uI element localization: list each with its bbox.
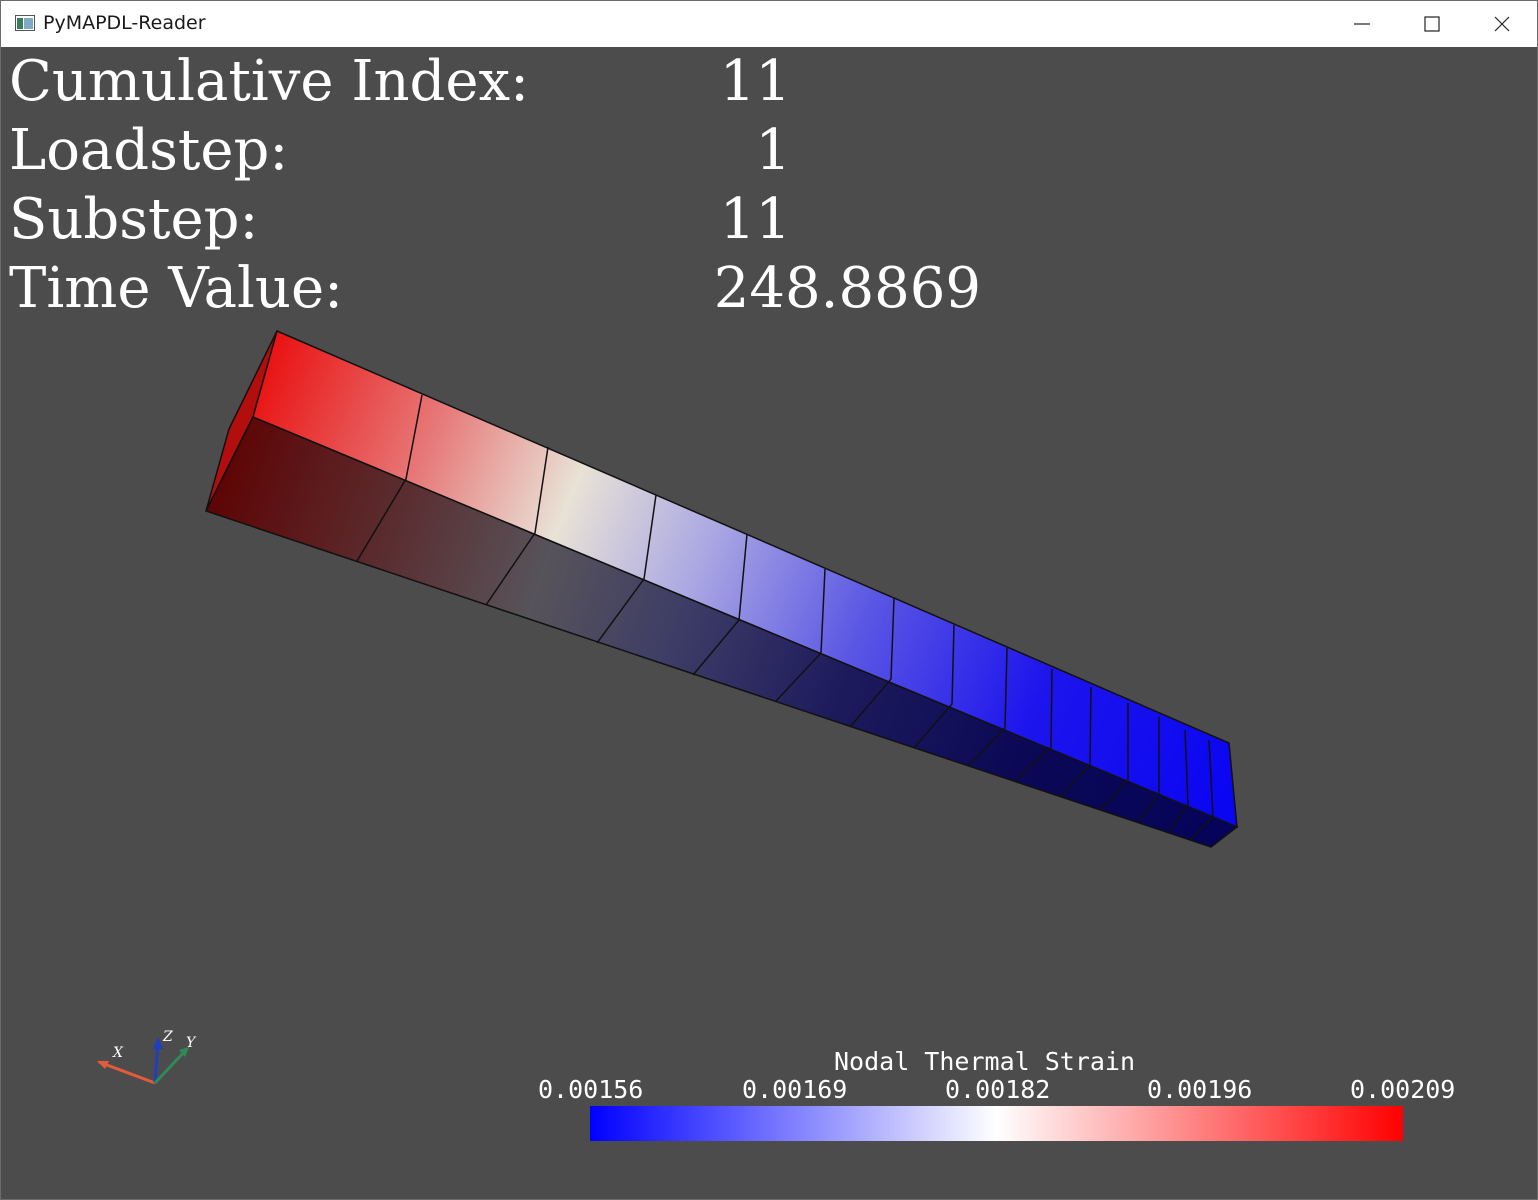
window-title: PyMAPDL-Reader [43,12,206,34]
minimize-icon [1354,23,1370,25]
maximize-icon [1424,16,1440,32]
scalar-bar-tick-3: 0.00196 [1147,1075,1253,1104]
scalar-bar-tick-2: 0.00182 [945,1075,1051,1104]
y-axis-label: Y [186,1035,197,1051]
close-button[interactable] [1467,1,1537,47]
title-bar[interactable]: PyMAPDL-Reader [1,1,1537,47]
scalar-bar-colormap [590,1106,1403,1141]
scalar-bar-title: Nodal Thermal Strain [834,1047,1136,1076]
close-icon [1494,16,1510,32]
x-axis-line [98,1060,156,1085]
orientation-axes-widget: X Z Y [97,1029,197,1085]
scalar-bar-tick-4: 0.00209 [1350,1075,1456,1104]
app-window: PyMAPDL-Reader Cumulative Index: 11 Load… [0,0,1538,1200]
z-axis-label: Z [162,1029,173,1045]
render-viewport[interactable]: Cumulative Index: 11 Loadstep: 1 Substep… [1,47,1537,1199]
minimize-button[interactable] [1327,1,1397,47]
y-axis-line [153,1049,187,1085]
x-axis-label: X [112,1045,124,1061]
scalar-bar-tick-1: 0.00169 [742,1075,848,1104]
app-icon [15,15,35,31]
z-axis-arrow-icon [153,1037,163,1049]
scalar-bar-tick-0: 0.00156 [538,1075,644,1104]
maximize-button[interactable] [1397,1,1467,47]
